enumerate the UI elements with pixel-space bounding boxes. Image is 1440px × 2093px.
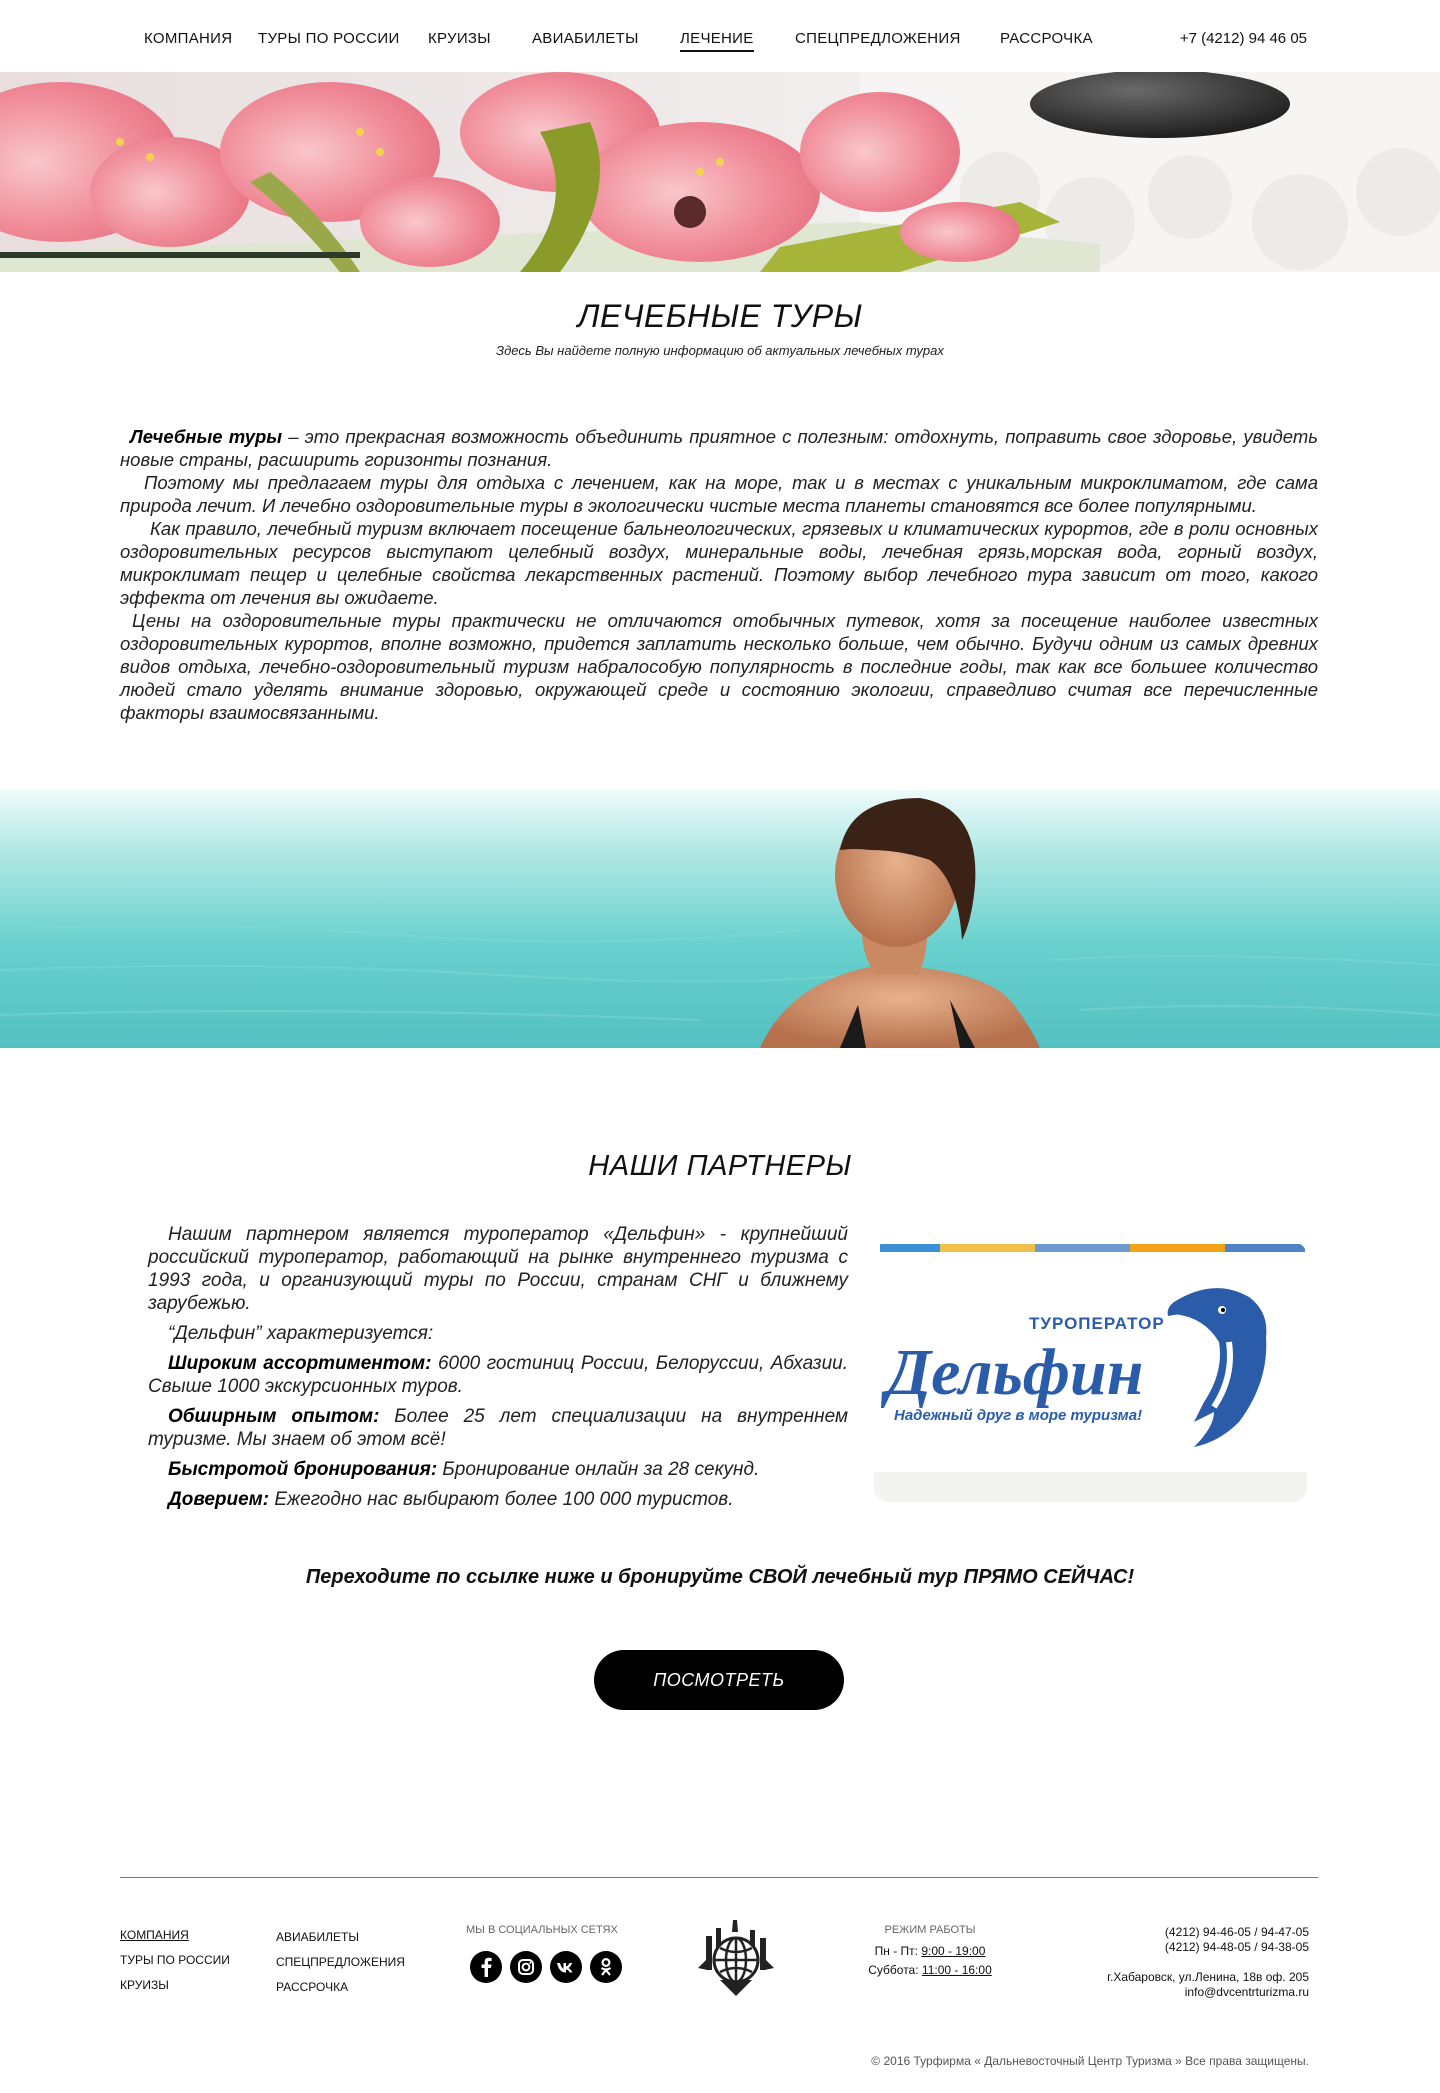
footer-link-flights[interactable]: АВИАБИЛЕТЫ xyxy=(276,1930,359,1944)
hero-flowers-image xyxy=(0,72,1440,272)
company-globe-logo xyxy=(690,1918,782,2000)
nav-item-installment[interactable]: РАССРОЧКА xyxy=(1000,30,1093,47)
feature-1-title: Широким ассортиментом: xyxy=(168,1353,432,1374)
page-title: ЛЕЧЕБНЫЕ ТУРЫ xyxy=(577,298,863,334)
nav-phone[interactable]: +7 (4212) 94 46 05 xyxy=(1180,30,1307,47)
intro-p1-text: – это прекрасная возможность объединить … xyxy=(120,426,1318,470)
weekday-hours: Пн - Пт: 9:00 - 19:00 xyxy=(820,1944,1040,1958)
footer-link-cruises[interactable]: КРУИЗЫ xyxy=(120,1978,169,1992)
social-title: МЫ В СОЦИАЛЬНЫХ СЕТЯХ xyxy=(466,1924,618,1936)
working-hours-title: РЕЖИМ РАБОТЫ xyxy=(884,1924,976,1936)
footer-divider xyxy=(120,1877,1318,1878)
partner-description: Нашим партнером является туроператор «Де… xyxy=(148,1223,848,1518)
footer-link-special-offers[interactable]: СПЕЦПРЕДЛОЖЕНИЯ xyxy=(276,1955,405,1969)
partner-feature-1: Широким ассортиментом: 6000 гостиниц Рос… xyxy=(148,1352,848,1398)
saturday-label: Суббота: xyxy=(868,1963,922,1977)
partner-paragraph-2: “Дельфин” характеризуется: xyxy=(168,1323,434,1344)
partner-feature-2: Обширным опытом: Более 25 лет специализа… xyxy=(148,1405,848,1451)
delfin-partner-logo[interactable]: ТУРОПЕРАТОР Дельфин Надежный друг в море… xyxy=(874,1242,1307,1502)
intro-paragraph-4: Цены на оздоровительные туры практически… xyxy=(120,610,1318,723)
nav-item-special-offers[interactable]: СПЕЦПРЕДЛОЖЕНИЯ xyxy=(795,30,961,47)
footer-phone-2[interactable]: (4212) 94-48-05 / 94-38-05 xyxy=(1165,1940,1309,1954)
footer-link-russia-tours[interactable]: ТУРЫ ПО РОССИИ xyxy=(120,1953,230,1967)
instagram-icon[interactable] xyxy=(510,1951,542,1983)
weekday-label: Пн - Пт: xyxy=(874,1944,922,1958)
saturday-hours: Суббота: 11:00 - 16:00 xyxy=(820,1963,1040,1977)
copyright: © 2016 Турфирма « Дальневосточный Центр … xyxy=(871,2054,1309,2068)
woman-in-sea-image xyxy=(0,790,1440,1048)
logo-subtitle: ТУРОПЕРАТОР xyxy=(1029,1314,1165,1333)
footer-link-company[interactable]: КОМПАНИЯ xyxy=(120,1928,189,1942)
feature-3-text: Бронирование онлайн за 28 секунд. xyxy=(437,1459,760,1480)
partner-feature-3: Быстротой бронирования: Бронирование онл… xyxy=(148,1458,848,1481)
intro-text: Лечебные туры – это прекрасная возможнос… xyxy=(120,425,1318,724)
footer-phone-1[interactable]: (4212) 94-46-05 / 94-47-05 xyxy=(1165,1925,1309,1939)
page-subtitle: Здесь Вы найдете полную информацию об ак… xyxy=(496,343,944,358)
partner-paragraph-1: Нашим партнером является туроператор «Де… xyxy=(148,1224,848,1314)
footer-email[interactable]: info@dvcentrturizma.ru xyxy=(1185,1985,1309,1999)
saturday-time: 11:00 - 16:00 xyxy=(921,1963,992,1977)
facebook-icon[interactable] xyxy=(470,1951,502,1983)
view-button[interactable]: ПОСМОТРЕТЬ xyxy=(594,1650,844,1710)
intro-paragraph-2: Поэтому мы предлагаем туры для отдыха с … xyxy=(120,472,1318,516)
top-navigation: КОМПАНИЯ ТУРЫ ПО РОССИИ КРУИЗЫ АВИАБИЛЕТ… xyxy=(0,0,1440,72)
intro-paragraph-3: Как правило, лечебный туризм включает по… xyxy=(120,518,1318,608)
footer-address: г.Хабаровск, ул.Ленина, 18в оф. 205 xyxy=(1107,1970,1309,1984)
nav-item-russia-tours[interactable]: ТУРЫ ПО РОССИИ xyxy=(258,30,400,47)
partners-title: НАШИ ПАРТНЕРЫ xyxy=(588,1150,852,1182)
intro-bold-term: Лечебные туры xyxy=(130,426,283,447)
footer-link-installment[interactable]: РАССРОЧКА xyxy=(276,1980,348,1994)
vk-icon[interactable] xyxy=(550,1951,582,1983)
intro-paragraph-1: Лечебные туры – это прекрасная возможнос… xyxy=(120,425,1318,471)
nav-item-cruises[interactable]: КРУИЗЫ xyxy=(428,30,491,47)
weekday-time: 9:00 - 19:00 xyxy=(921,1944,986,1958)
cta-text: Переходите по ссылке ниже и бронируйте С… xyxy=(305,1566,1135,1588)
nav-item-treatment[interactable]: ЛЕЧЕНИЕ xyxy=(680,30,754,52)
partner-feature-4: Доверием: Ежегодно нас выбирают более 10… xyxy=(148,1488,848,1511)
feature-3-title: Быстротой бронирования: xyxy=(168,1459,438,1480)
logo-slogan: Надежный друг в море туризма! xyxy=(894,1407,1142,1424)
feature-4-text: Ежегодно нас выбирают более 100 000 тури… xyxy=(269,1489,734,1510)
odnoklassniki-icon[interactable] xyxy=(590,1951,622,1983)
nav-item-flights[interactable]: АВИАБИЛЕТЫ xyxy=(532,30,639,47)
nav-item-company[interactable]: КОМПАНИЯ xyxy=(144,30,232,47)
logo-name: Дельфин xyxy=(881,1336,1143,1409)
feature-2-title: Обширным опытом: xyxy=(168,1406,380,1427)
feature-4-title: Доверием: xyxy=(168,1489,270,1510)
